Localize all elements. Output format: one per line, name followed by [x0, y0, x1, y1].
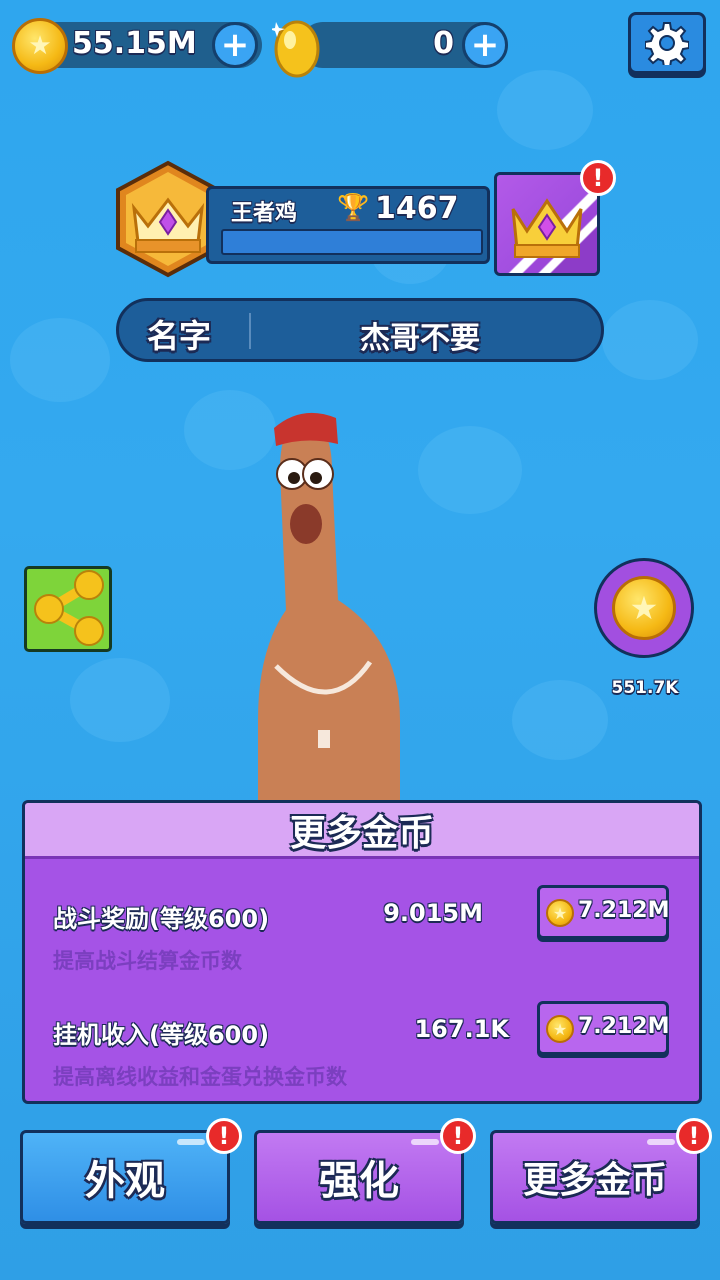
tab-label: 更多金币 — [522, 1160, 667, 1201]
trophy-count: 1467 — [375, 191, 459, 226]
chicken-character — [258, 412, 400, 800]
tab-label: 外观 — [85, 1158, 165, 1204]
trophy-icon: 🏆 — [337, 193, 370, 223]
upgrade-value: 9.015M — [383, 899, 483, 927]
tab-shine — [411, 1139, 439, 1145]
rank-progress-bar — [221, 229, 483, 255]
upgrade-title: 挂机收入(等级600) — [53, 1021, 270, 1049]
panel-title: 更多金币 — [289, 812, 434, 854]
settings-button[interactable] — [628, 12, 706, 74]
tab-upgrade[interactable]: 强化 — [254, 1130, 464, 1224]
tab-label: 强化 — [319, 1158, 399, 1204]
add-gold-button[interactable]: + — [212, 22, 258, 68]
player-name-bar[interactable]: 名字 杰哥不要 — [116, 298, 604, 362]
egg-amount: 0 — [433, 26, 454, 61]
upgrade-description: 提高战斗结算金币数 — [53, 949, 242, 973]
share-button[interactable] — [24, 566, 112, 652]
idle-coins-amount: 551.7K — [611, 678, 679, 698]
player-name: 杰哥不要 — [360, 321, 480, 356]
upgrade-value: 167.1K — [414, 1015, 509, 1043]
upgrade-description: 提高离线收益和金蛋兑换金币数 — [53, 1065, 347, 1089]
add-eggs-button[interactable]: + — [462, 22, 508, 68]
crown-alert-badge: ! — [580, 160, 616, 196]
upgrade-title: 战斗奖励(等级600) — [53, 905, 270, 933]
upgrade-buy-button[interactable]: ★ 7.212M — [537, 885, 669, 939]
more-coins-panel: 更多金币 战斗奖励(等级600) 9.015M 提高战斗结算金币数 ★ 7.21… — [22, 800, 702, 1104]
name-divider — [249, 313, 251, 349]
gear-icon — [645, 22, 689, 65]
star-coin-icon: ★ — [546, 1015, 574, 1043]
upgrade-price: 7.212M — [578, 898, 670, 923]
panel-header: 更多金币 — [25, 803, 699, 859]
upgrade-row: 战斗奖励(等级600) 9.015M 提高战斗结算金币数 ★ 7.212M — [25, 885, 699, 1009]
golden-egg-icon — [272, 20, 320, 78]
collect-coins-button[interactable]: ★ — [594, 558, 694, 658]
upgrade-buy-button[interactable]: ★ 7.212M — [537, 1001, 669, 1055]
share-icon — [34, 570, 104, 646]
star-coin-icon: ★ — [612, 576, 676, 640]
rank-panel: 王者鸡 🏆 1467 — [206, 186, 490, 264]
star-coin-icon: ★ — [546, 899, 574, 927]
rank-name: 王者鸡 — [231, 201, 298, 226]
tab-more-coins[interactable]: 更多金币 — [490, 1130, 700, 1224]
gold-amount: 55.15M — [72, 26, 197, 61]
tab-shine — [647, 1139, 675, 1145]
tab-alert-badge: ! — [440, 1118, 476, 1154]
tab-alert-badge: ! — [676, 1118, 712, 1154]
star-coin-icon: ★ — [12, 18, 68, 74]
upgrade-price: 7.212M — [578, 1014, 670, 1039]
name-label: 名字 — [147, 317, 212, 355]
tab-shine — [177, 1139, 205, 1145]
crown-icon — [511, 198, 583, 258]
tab-appearance[interactable]: 外观 — [20, 1130, 230, 1224]
tab-alert-badge: ! — [206, 1118, 242, 1154]
upgrade-row: 挂机收入(等级600) 167.1K 提高离线收益和金蛋兑换金币数 ★ 7.21… — [25, 1001, 699, 1101]
